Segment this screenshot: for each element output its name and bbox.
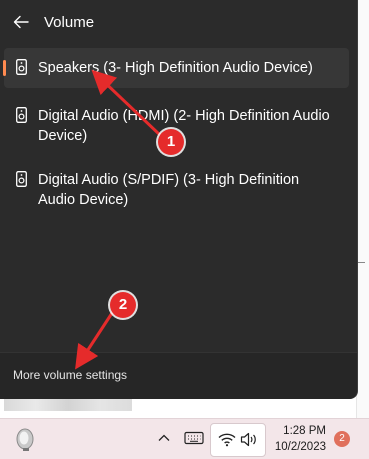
device-label: Digital Audio (HDMI) (2- High Definition… — [38, 108, 330, 144]
device-label: Speakers (3- High Definition Audio Devic… — [38, 60, 313, 76]
speaker-device-icon — [16, 171, 27, 187]
clock[interactable]: 1:28 PM 10/2/2023 — [270, 423, 326, 455]
notification-badge[interactable]: 2 — [334, 431, 350, 447]
back-button[interactable] — [10, 11, 32, 33]
annotation-marker-1: 1 — [158, 129, 184, 155]
wifi-icon — [218, 433, 236, 447]
device-spdif[interactable]: Digital Audio (S/PDIF) (3- High Definiti… — [4, 160, 349, 218]
selection-indicator — [3, 60, 6, 76]
flyout-header: Volume — [0, 0, 357, 44]
device-speakers[interactable]: Speakers (3- High Definition Audio Devic… — [3, 48, 349, 88]
speaker-icon — [240, 432, 256, 447]
clock-date: 10/2/2023 — [274, 441, 326, 453]
keyboard-icon[interactable] — [184, 430, 204, 446]
flyout-footer: More volume settings — [0, 352, 357, 399]
annotation-marker-2: 2 — [110, 292, 136, 318]
taskbar: 1:28 PM 10/2/2023 2 — [0, 418, 369, 459]
chevron-up-icon[interactable] — [157, 431, 171, 445]
quick-settings-button[interactable] — [210, 423, 266, 457]
volume-flyout: Volume Speakers (3- High Definition Audi… — [0, 0, 358, 399]
device-label: Digital Audio (S/PDIF) (3- High Definiti… — [38, 172, 300, 208]
more-volume-settings-link[interactable]: More volume settings — [13, 368, 127, 382]
background-divider — [357, 262, 365, 263]
back-arrow-icon — [13, 15, 29, 29]
flyout-title: Volume — [44, 13, 95, 31]
speaker-device-icon — [16, 59, 27, 75]
speaker-app-icon[interactable] — [14, 426, 38, 452]
speaker-device-icon — [16, 107, 27, 123]
clock-time: 1:28 PM — [283, 425, 326, 437]
